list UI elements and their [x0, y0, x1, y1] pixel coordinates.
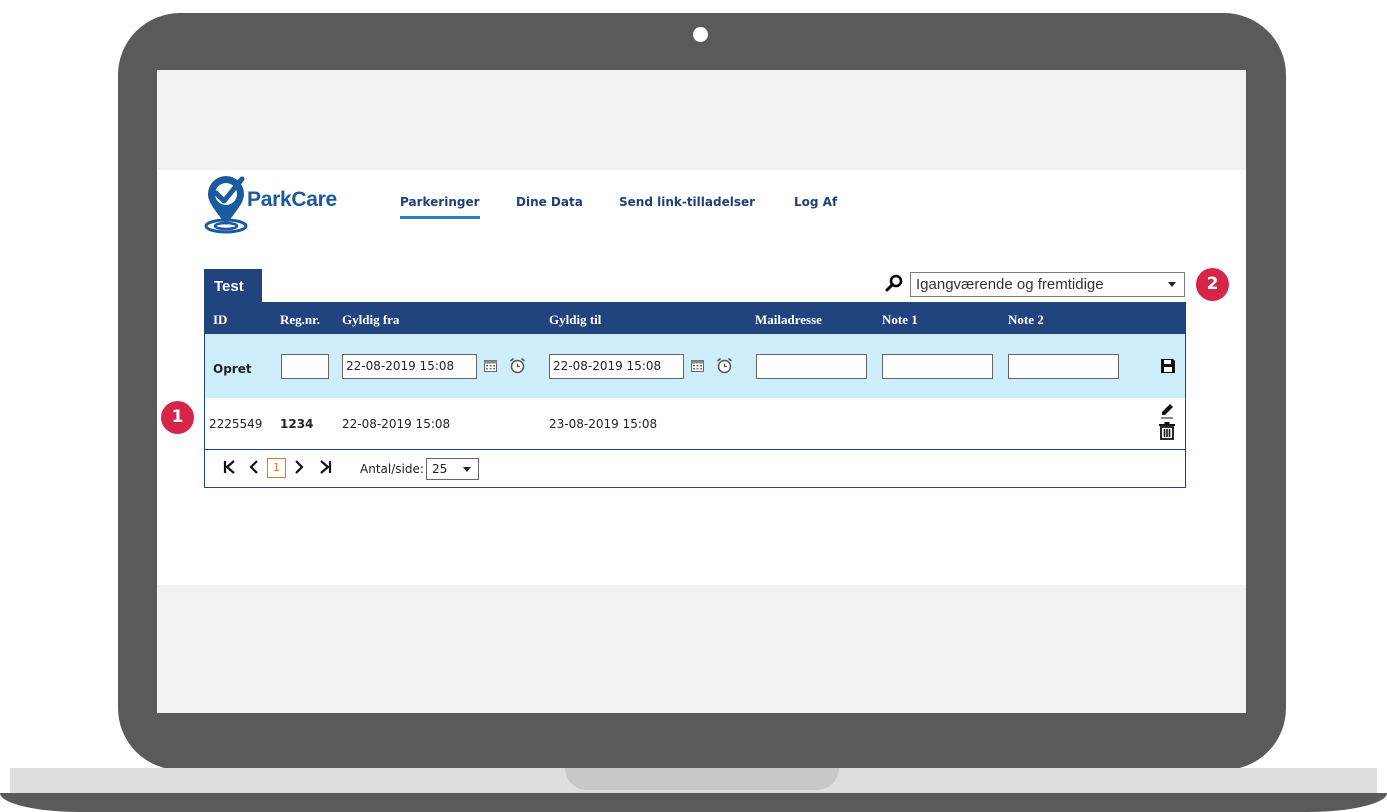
cell-gyldig-fra: 22-08-2019 15:08: [342, 417, 451, 431]
nav-dine-data[interactable]: Dine Data: [516, 195, 583, 209]
brand-name: ParkCare: [247, 188, 337, 211]
grid-header: ID Reg.nr. Gyldig fra Gyldig til Mailadr…: [205, 303, 1185, 334]
first-page-icon[interactable]: [223, 460, 237, 474]
nav-parkeringer[interactable]: Parkeringer: [400, 195, 480, 219]
laptop-base-notch: [565, 768, 839, 790]
edit-icon[interactable]: [1161, 404, 1173, 421]
cell-id: 2225549: [209, 417, 263, 431]
search-icon[interactable]: [885, 274, 903, 292]
table-row[interactable]: 2225549 1234 22-08-2019 15:08 23-08-2019…: [205, 398, 1185, 450]
column-header-id[interactable]: ID: [213, 312, 227, 328]
current-page[interactable]: 1: [267, 458, 286, 478]
callout-badge-2: 2: [1196, 268, 1229, 301]
alarm-clock-icon[interactable]: [716, 357, 733, 374]
reg-input[interactable]: [281, 354, 329, 379]
laptop-mockup: ParkCare Parkeringer Dine Data Send link…: [0, 0, 1387, 812]
prev-page-icon[interactable]: [247, 460, 261, 474]
callout-badge-1: 1: [161, 401, 194, 434]
pager: 1 Antal/side: 25: [205, 450, 1185, 487]
nav-log-af[interactable]: Log Af: [794, 195, 837, 209]
chevron-down-icon: [1168, 282, 1176, 287]
note-1-input[interactable]: [882, 354, 993, 379]
create-row: Opret 22-08-2019 15:08 22-08-2019 15:08: [205, 334, 1185, 398]
column-header-gyldig-fra[interactable]: Gyldig fra: [342, 312, 399, 328]
per-page-label: Antal/side:: [360, 462, 424, 476]
column-header-gyldig-til[interactable]: Gyldig til: [549, 312, 601, 328]
chevron-down-icon: [463, 467, 471, 472]
tab-test[interactable]: Test: [204, 269, 262, 302]
nav-send-link-tilladelser[interactable]: Send link-tilladelser: [619, 195, 755, 209]
column-header-reg[interactable]: Reg.nr.: [280, 312, 320, 328]
save-icon[interactable]: [1160, 358, 1176, 374]
column-header-mailadresse[interactable]: Mailadresse: [755, 312, 822, 328]
laptop-screen: ParkCare Parkeringer Dine Data Send link…: [157, 70, 1246, 713]
alarm-clock-icon[interactable]: [509, 357, 526, 374]
webcam: [693, 27, 708, 42]
valid-to-input[interactable]: 22-08-2019 15:08: [549, 354, 684, 379]
column-header-note-1[interactable]: Note 1: [882, 312, 918, 328]
calendar-icon[interactable]: [691, 360, 704, 372]
per-page-value: 25: [432, 462, 448, 476]
calendar-icon[interactable]: [484, 360, 497, 372]
last-page-icon[interactable]: [318, 460, 332, 474]
per-page-select[interactable]: 25: [426, 458, 479, 480]
cell-reg: 1234: [280, 417, 314, 431]
laptop-base-edge: [0, 793, 1387, 812]
status-filter-value: Igangværende og fremtidige: [916, 276, 1104, 293]
parking-grid: ID Reg.nr. Gyldig fra Gyldig til Mailadr…: [204, 302, 1186, 488]
next-page-icon[interactable]: [292, 460, 306, 474]
app-page: ParkCare Parkeringer Dine Data Send link…: [157, 170, 1246, 585]
column-header-note-2[interactable]: Note 2: [1008, 312, 1044, 328]
delete-icon[interactable]: [1159, 422, 1175, 440]
note-2-input[interactable]: [1008, 354, 1119, 379]
status-filter-select[interactable]: Igangværende og fremtidige: [910, 272, 1185, 297]
cell-gyldig-til: 23-08-2019 15:08: [549, 417, 658, 431]
email-input[interactable]: [756, 354, 867, 379]
create-row-label: Opret: [213, 362, 252, 376]
valid-from-input[interactable]: 22-08-2019 15:08: [342, 354, 477, 379]
